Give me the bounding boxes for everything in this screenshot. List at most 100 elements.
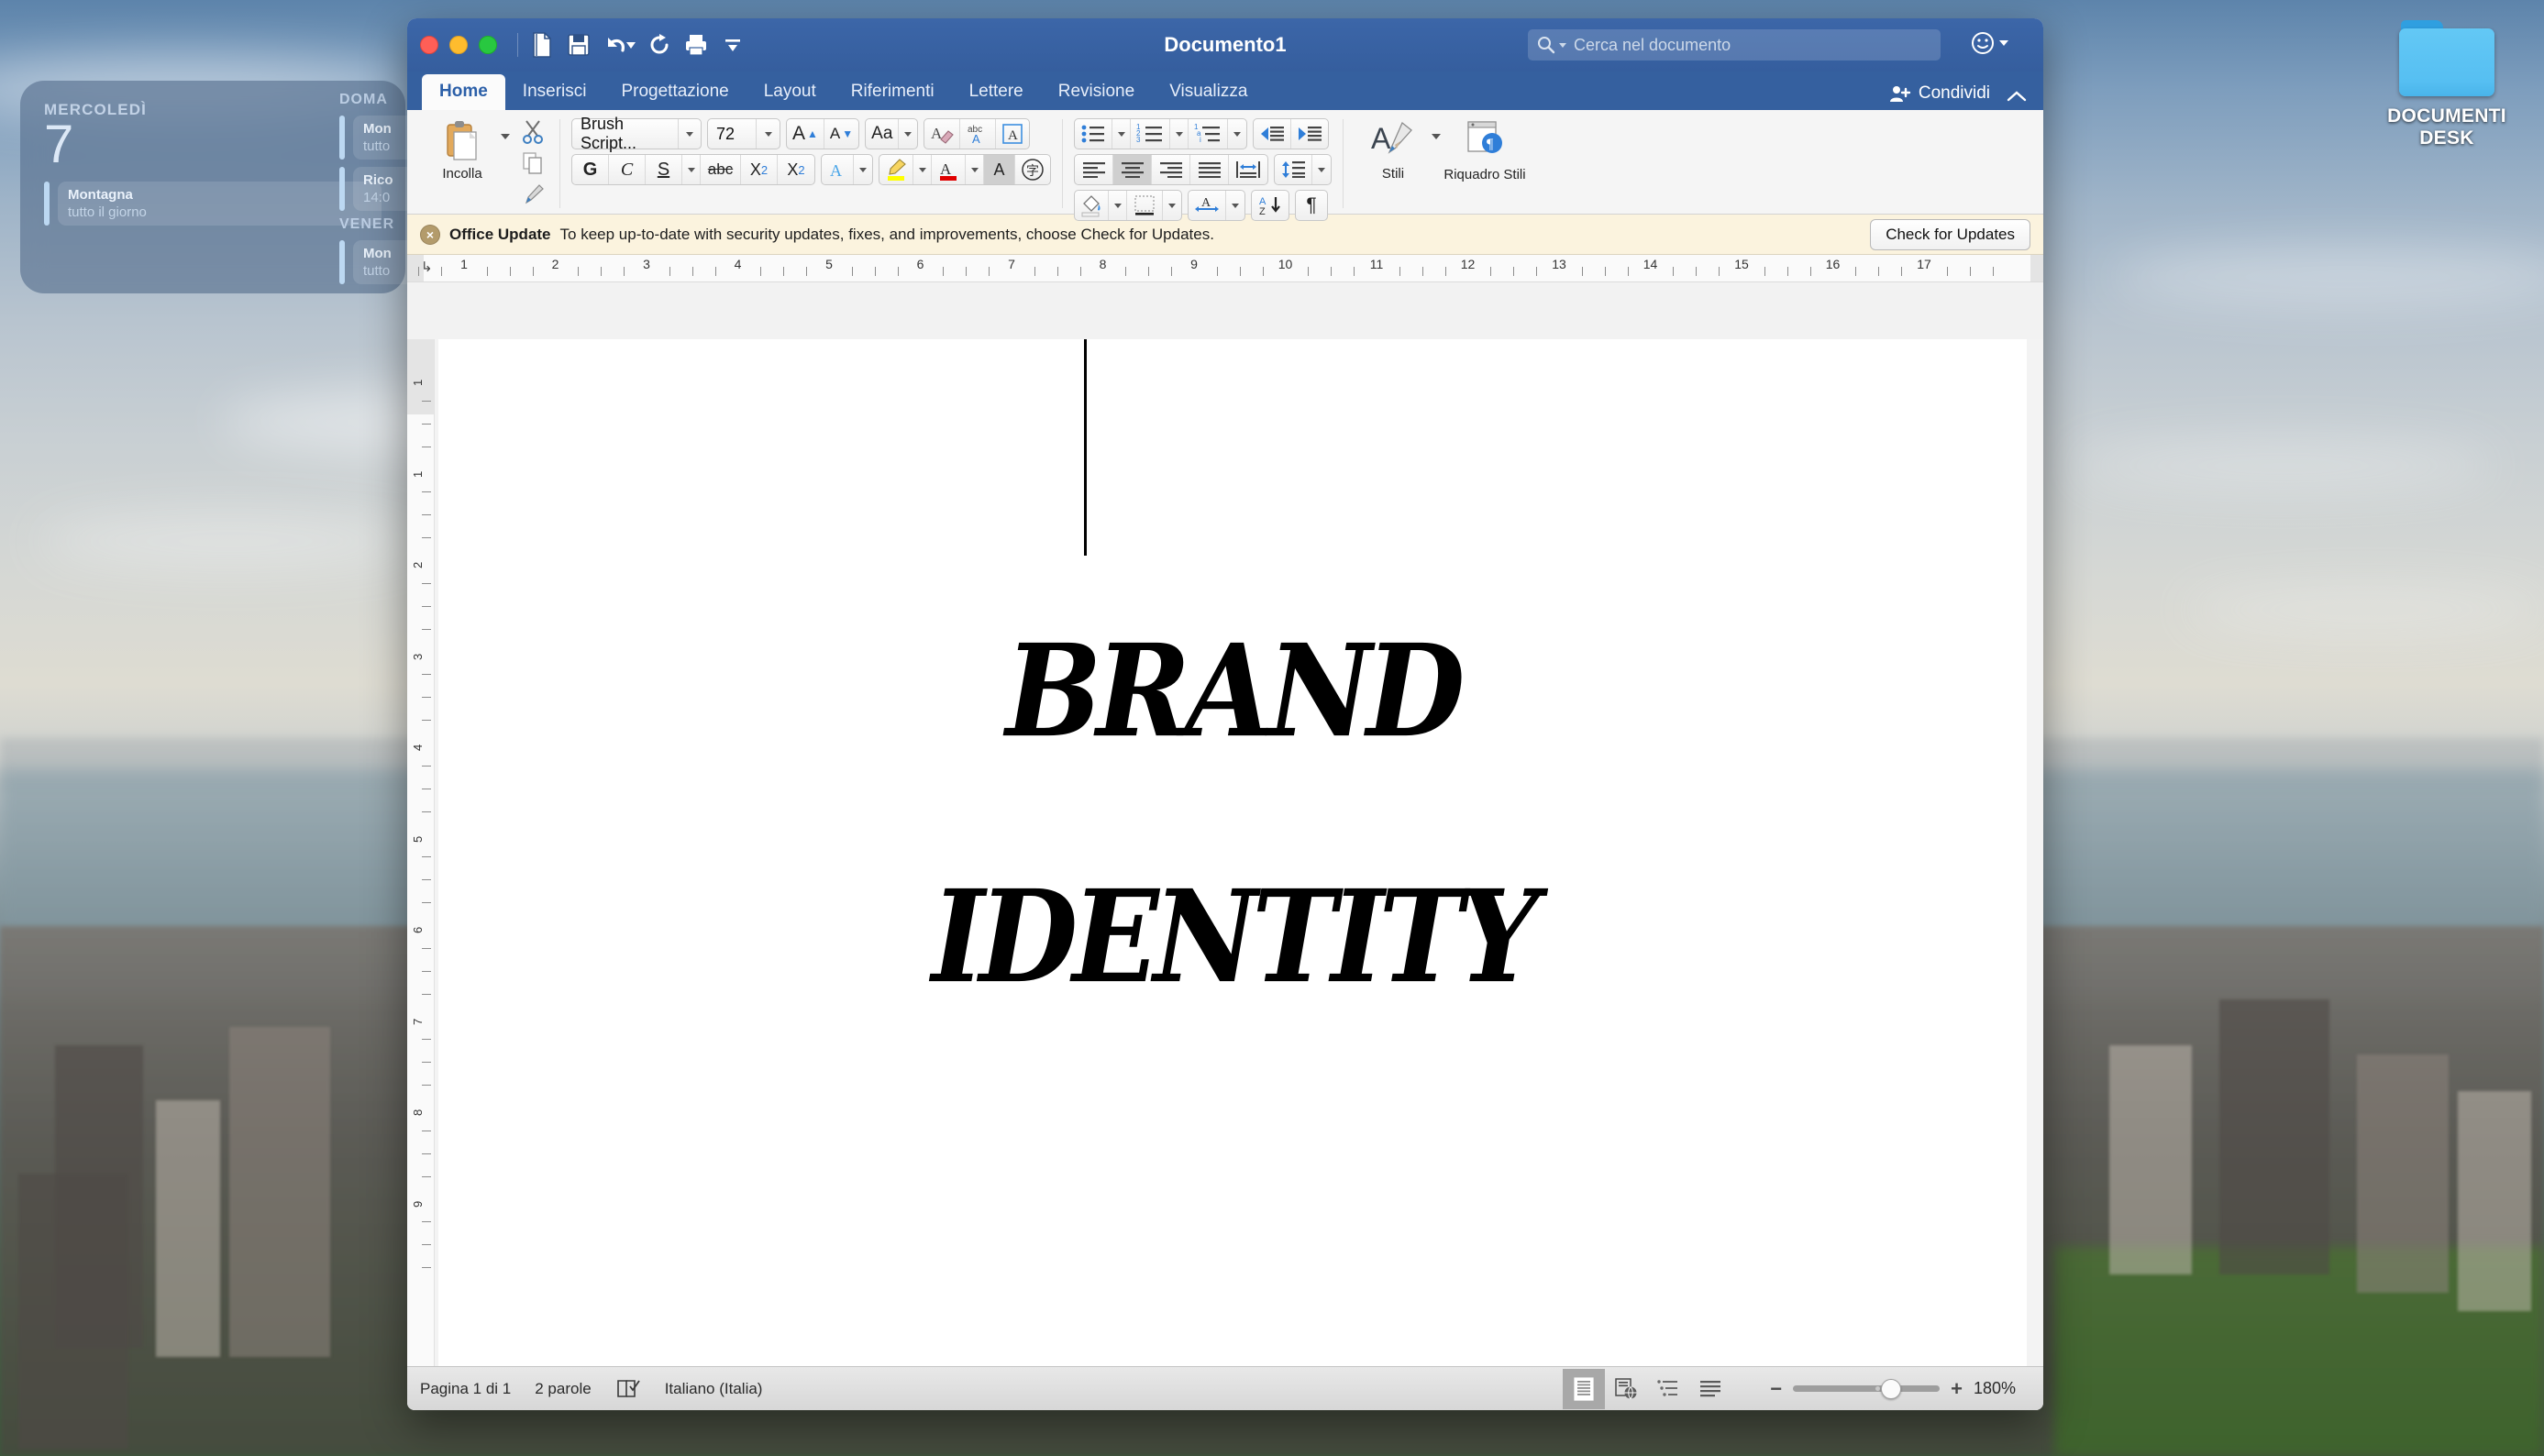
show-formatting-marks-button[interactable]: ¶	[1296, 191, 1327, 220]
maximize-window-button[interactable]	[479, 36, 497, 54]
strikethrough-button[interactable]: abc	[701, 155, 741, 184]
paste-dropdown-arrow[interactable]	[501, 114, 510, 139]
font-family-chevron-down-icon[interactable]	[678, 119, 701, 149]
decrease-indent-button[interactable]	[1254, 119, 1291, 149]
borders-chevron-down-icon[interactable]	[1163, 191, 1181, 220]
tab-visualizza[interactable]: Visualizza	[1152, 74, 1265, 110]
borders-button[interactable]	[1127, 191, 1163, 220]
save-icon[interactable]	[560, 29, 597, 61]
tab-layout[interactable]: Layout	[747, 74, 834, 110]
document-line-1[interactable]: BRAND	[438, 617, 2027, 766]
new-document-icon[interactable]	[524, 29, 560, 61]
numbering-button[interactable]: 1 2 3	[1131, 119, 1170, 149]
page-info[interactable]: Pagina 1 di 1	[420, 1380, 511, 1398]
paste-button[interactable]: Incolla	[424, 114, 501, 182]
tab-inserisci[interactable]: Inserisci	[505, 74, 604, 110]
underline-chevron-down-icon[interactable]	[682, 155, 701, 184]
character-shading-button[interactable]: A	[984, 155, 1015, 184]
align-center-button[interactable]	[1113, 155, 1152, 184]
format-painter-button[interactable]	[517, 180, 548, 209]
underline-button[interactable]: S	[646, 155, 682, 184]
proofing-icon[interactable]	[615, 1378, 641, 1400]
bold-button[interactable]: G	[572, 155, 609, 184]
text-highlight-color-button[interactable]	[879, 155, 913, 184]
tab-revisione[interactable]: Revisione	[1041, 74, 1152, 110]
styles-pane-button[interactable]: ¶ Riquadro Stili	[1441, 114, 1529, 183]
bullets-chevron-down-icon[interactable]	[1112, 119, 1131, 149]
styles-dropdown-arrow[interactable]	[1432, 114, 1441, 139]
calendar-event[interactable]: Montagna tutto il giorno	[44, 182, 382, 226]
font-color-chevron-down-icon[interactable]	[966, 155, 984, 184]
text-direction-chevron-down-icon[interactable]	[1226, 191, 1244, 220]
first-line-indent-marker[interactable]: ↳	[421, 259, 433, 275]
multilevel-list-button[interactable]: 1 a i	[1189, 119, 1228, 149]
paragraph-shading-button[interactable]	[1075, 191, 1109, 220]
undo-dropdown-arrow[interactable]	[626, 41, 636, 49]
web-layout-view-button[interactable]	[1605, 1369, 1647, 1409]
document-area[interactable]: 1 1 2 3 4 5 6 7 8 9 BRAND IDENTITY	[407, 339, 2043, 1366]
change-case-button[interactable]: Aa	[866, 119, 900, 149]
shrink-font-button[interactable]: A ▼	[824, 119, 858, 149]
multilevel-chevron-down-icon[interactable]	[1228, 119, 1246, 149]
search-input[interactable]: Cerca nel documento	[1528, 29, 1941, 61]
word-window[interactable]: Documento1 Cerca nel documento Home Inse…	[407, 18, 2043, 1410]
spelling-grammar-button[interactable]: abc A	[960, 119, 997, 149]
search-scope-chevron-down-icon[interactable]	[1559, 42, 1566, 48]
cut-button[interactable]	[517, 117, 548, 147]
tab-home[interactable]: Home	[422, 74, 505, 110]
tab-riferimenti[interactable]: Riferimenti	[834, 74, 952, 110]
sort-button[interactable]: A Z	[1252, 191, 1289, 220]
justify-button[interactable]	[1190, 155, 1229, 184]
superscript-button[interactable]: X2	[778, 155, 814, 184]
distribute-button[interactable]	[1229, 155, 1267, 184]
redo-icon[interactable]	[641, 29, 678, 61]
minimize-window-button[interactable]	[449, 36, 468, 54]
window-controls[interactable]	[420, 36, 497, 54]
check-for-updates-button[interactable]: Check for Updates	[1870, 218, 2030, 250]
zoom-percentage[interactable]: 180%	[1974, 1379, 2030, 1398]
text-highlight-glow-button[interactable]: A	[822, 155, 854, 184]
zoom-out-button[interactable]: −	[1770, 1377, 1782, 1401]
align-right-button[interactable]	[1152, 155, 1190, 184]
text-effects-button[interactable]: A	[996, 119, 1029, 149]
paragraph-shading-chevron-down-icon[interactable]	[1109, 191, 1127, 220]
subscript-button[interactable]: X2	[741, 155, 778, 184]
font-color-button[interactable]: A	[932, 155, 966, 184]
document-line-2[interactable]: IDENTITY	[438, 863, 2027, 1011]
clear-formatting-button[interactable]: A	[924, 119, 961, 149]
zoom-slider-knob[interactable]	[1881, 1379, 1902, 1399]
zoom-slider[interactable]	[1793, 1379, 1941, 1399]
horizontal-ruler[interactable]: ↳ 1 2 3 4 5 6 7 8 9 10 11 12 13 14 15 16 17	[407, 255, 2043, 282]
font-size-chevron-down-icon[interactable]	[756, 119, 780, 149]
language-indicator[interactable]: Italiano (Italia)	[665, 1380, 763, 1398]
phonetic-guide-button[interactable]: 字	[1015, 155, 1050, 184]
tab-lettere[interactable]: Lettere	[952, 74, 1041, 110]
styles-button[interactable]: A Stili	[1355, 114, 1432, 182]
line-spacing-chevron-down-icon[interactable]	[1312, 155, 1331, 184]
draft-view-button[interactable]	[1689, 1369, 1731, 1409]
feedback-smiley-button[interactable]	[1971, 31, 2008, 55]
font-size-combo[interactable]: 72	[707, 118, 780, 149]
grow-font-button[interactable]: A ▲	[787, 119, 824, 149]
close-window-button[interactable]	[420, 36, 438, 54]
document-page[interactable]: BRAND IDENTITY	[438, 339, 2027, 1366]
copy-button[interactable]	[517, 149, 548, 178]
print-layout-view-button[interactable]	[1563, 1368, 1606, 1409]
print-icon[interactable]	[678, 29, 714, 61]
change-case-chevron-down-icon[interactable]	[899, 119, 917, 149]
glow-chevron-down-icon[interactable]	[854, 155, 872, 184]
font-family-combo[interactable]: Brush Script...	[571, 115, 702, 152]
desktop-folder-documenti-desk[interactable]: DOCUMENTI DESK	[2373, 20, 2520, 149]
align-left-button[interactable]	[1075, 155, 1113, 184]
increase-indent-button[interactable]	[1291, 119, 1328, 149]
numbering-chevron-down-icon[interactable]	[1170, 119, 1189, 149]
feedback-chevron-down-icon[interactable]	[1999, 40, 2008, 46]
tab-progettazione[interactable]: Progettazione	[603, 74, 746, 110]
word-count[interactable]: 2 parole	[535, 1380, 591, 1398]
outline-view-button[interactable]	[1647, 1369, 1689, 1409]
bullets-button[interactable]	[1075, 119, 1112, 149]
italic-button[interactable]: C	[609, 155, 646, 184]
text-direction-button[interactable]: A	[1189, 191, 1226, 220]
collapse-ribbon-button[interactable]	[2007, 90, 2027, 103]
close-banner-button[interactable]: ×	[420, 224, 440, 245]
